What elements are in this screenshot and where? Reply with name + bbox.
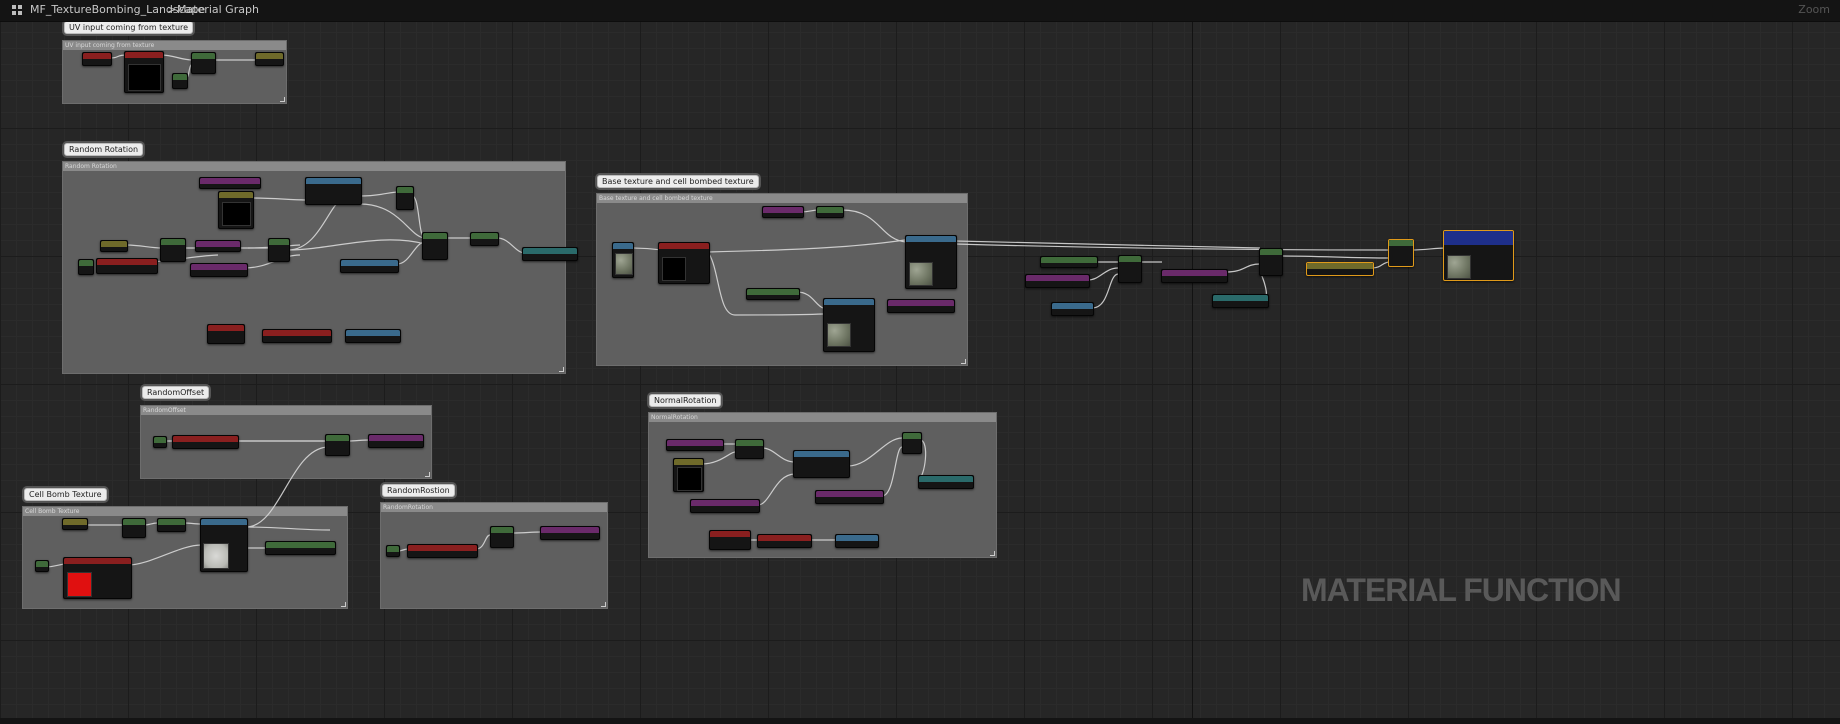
node-param-green-base[interactable] <box>746 288 800 300</box>
node-param-teal-rot[interactable] <box>340 259 399 273</box>
node-output-rot2[interactable] <box>540 526 600 540</box>
node-texture-param-rot2[interactable] <box>407 544 478 558</box>
node-output-uv[interactable] <box>255 52 284 66</box>
node-rotator-norm[interactable] <box>793 450 850 478</box>
node-texture-param-norm[interactable] <box>757 534 812 548</box>
node-selected-olive[interactable] <box>1306 262 1374 276</box>
node-texture-input[interactable] <box>612 242 634 278</box>
node-const-cell[interactable] <box>35 560 49 572</box>
node-component-mask[interactable] <box>470 232 499 246</box>
node-param-teal-right[interactable] <box>1212 294 1269 308</box>
node-param-purple-norm[interactable] <box>666 439 724 451</box>
node-output-result[interactable] <box>1443 230 1514 281</box>
node-texture-sample-cell[interactable] <box>200 518 248 572</box>
node-vector-param-norm[interactable] <box>709 530 751 550</box>
node-param-purple-right[interactable] <box>1025 274 1090 288</box>
node-lerp-rot[interactable] <box>268 238 290 262</box>
node-texture-object-base[interactable] <box>658 242 710 284</box>
node-param-green-right[interactable] <box>1040 256 1098 268</box>
node-if[interactable] <box>422 232 448 260</box>
node-output-param-rot[interactable] <box>345 329 401 343</box>
node-param-purple-norm-2[interactable] <box>690 499 760 513</box>
breadcrumb-graph[interactable]: Material Graph <box>177 3 259 16</box>
node-selected-lerp[interactable] <box>1388 239 1414 267</box>
node-output-random-rotation[interactable] <box>522 247 578 261</box>
node-param-purple[interactable] <box>199 177 261 189</box>
node-floor-cell[interactable] <box>157 518 186 532</box>
node-output-cell-bomb[interactable] <box>265 541 336 555</box>
node-scalar-olive[interactable] <box>100 240 128 252</box>
node-scalar-cell[interactable] <box>62 518 88 530</box>
material-graph-canvas[interactable]: UV input coming from texture Random Rota… <box>0 0 1840 724</box>
node-vector-param[interactable] <box>207 324 245 344</box>
breadcrumb-separator: > <box>167 3 177 16</box>
node-append[interactable] <box>191 52 216 74</box>
node-lerp-right-2[interactable] <box>1259 248 1283 276</box>
node-texture-sample-rot[interactable] <box>218 191 254 229</box>
node-lerp-right[interactable] <box>1118 255 1142 283</box>
node-texture-sample-bomb[interactable] <box>823 298 875 352</box>
node-constant[interactable] <box>172 73 188 89</box>
node-output-param-norm[interactable] <box>835 534 879 548</box>
node-output-normal-rotation[interactable] <box>918 475 974 489</box>
node-param-purple-norm-3[interactable] <box>815 490 884 504</box>
node-multiply-norm[interactable] <box>902 432 922 454</box>
graph-menu-icon[interactable] <box>12 5 22 15</box>
graph-breadcrumb-bar: MF_TextureBombing_Landscape > Material G… <box>0 0 1840 22</box>
node-const-rot[interactable] <box>78 259 94 275</box>
node-param-purple-base[interactable] <box>887 299 955 313</box>
wire-layer <box>44 54 1447 568</box>
node-texture-object-rot[interactable] <box>96 258 158 274</box>
node-texcoord[interactable] <box>82 52 112 66</box>
node-add-norm[interactable] <box>735 439 764 459</box>
node-texture-param-rot[interactable] <box>262 329 332 343</box>
material-function-watermark: MATERIAL FUNCTION <box>1301 572 1622 608</box>
node-add-offset[interactable] <box>325 434 350 456</box>
node-param-purple-right-2[interactable] <box>1161 269 1228 283</box>
node-param-base-a[interactable] <box>762 206 804 218</box>
node-texture-sample-base[interactable] <box>905 235 957 289</box>
node-add-rot[interactable] <box>160 238 186 262</box>
graph-bottom-bar <box>0 718 1840 724</box>
node-output-offset[interactable] <box>368 434 424 448</box>
node-param-rot-b[interactable] <box>190 263 248 277</box>
node-add-rot2[interactable] <box>490 526 514 548</box>
node-const-offset[interactable] <box>153 436 167 448</box>
node-rotator[interactable] <box>305 177 362 205</box>
node-texture-param-uv[interactable] <box>124 51 164 93</box>
node-add-base[interactable] <box>816 206 844 218</box>
node-multiply-rot[interactable] <box>396 186 414 210</box>
node-texture-sample-norm[interactable] <box>673 458 704 492</box>
node-texture-param-offset[interactable] <box>172 435 239 449</box>
node-param-rot-a[interactable] <box>195 240 241 252</box>
node-param-blue-right[interactable] <box>1051 302 1094 316</box>
node-texture-param-cell[interactable] <box>63 557 132 599</box>
zoom-label: Zoom <box>1798 3 1830 16</box>
node-const-rot2[interactable] <box>386 545 400 557</box>
node-multiply-cell[interactable] <box>122 518 146 538</box>
